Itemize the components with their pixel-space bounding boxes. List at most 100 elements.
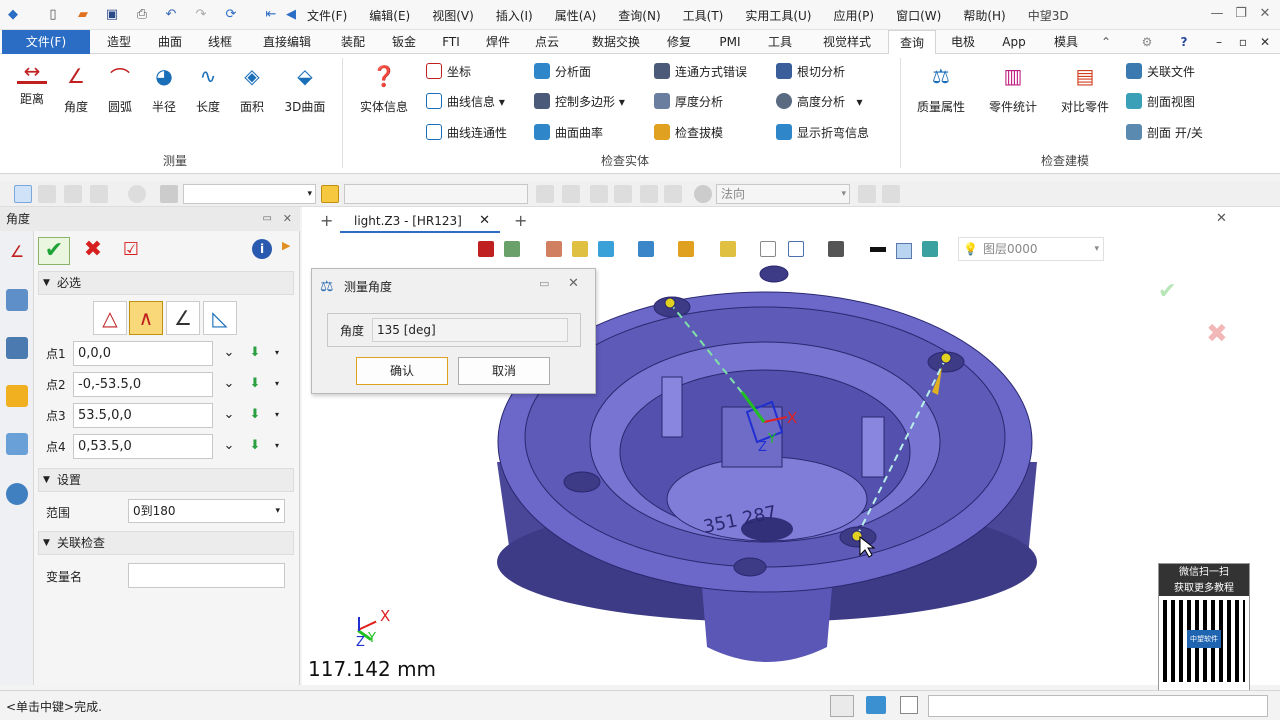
new-tab-plus-icon[interactable]: +	[320, 211, 333, 230]
dialog-ok-button[interactable]: 确认	[356, 357, 448, 385]
doc-minimize-icon[interactable]: –	[1212, 30, 1226, 54]
tab-visual-style[interactable]: 视觉样式	[812, 30, 882, 54]
tab-app[interactable]: App	[994, 30, 1034, 54]
measure-3d-surface-button[interactable]: ⬙ 3D曲面	[280, 58, 330, 115]
height-analysis-button[interactable]: 高度分析 ▾	[776, 92, 862, 112]
tab-modeling[interactable]: 造型	[100, 30, 138, 54]
menu-attribute[interactable]: 属性(A)	[544, 7, 608, 24]
settings-gear-icon[interactable]: ⚙	[1138, 30, 1156, 54]
tab-repair[interactable]: 修复	[660, 30, 698, 54]
tab-data-exchange[interactable]: 数据交换	[583, 30, 649, 54]
menu-help[interactable]: 帮助(H)	[952, 7, 1016, 24]
filter-combo[interactable]: ▾	[183, 184, 316, 204]
status-command-input[interactable]	[928, 695, 1268, 717]
direction-combo[interactable]: 法向 ▾	[716, 184, 850, 204]
pointer-icon[interactable]	[858, 185, 876, 203]
linked-files-button[interactable]: 关联文件	[1126, 62, 1195, 82]
section-toggle-button[interactable]: 剖面 开/关	[1126, 123, 1203, 143]
redo-icon[interactable]: ↷	[192, 6, 210, 24]
surface-curvature-button[interactable]: 曲面曲率	[534, 123, 603, 143]
menu-edit[interactable]: 编辑(E)	[358, 7, 421, 24]
pointer2-icon[interactable]	[882, 185, 900, 203]
angle-mode-line-icon[interactable]: ∠	[166, 301, 200, 335]
direction-icon[interactable]	[694, 185, 712, 203]
snap-end-icon[interactable]	[640, 185, 658, 203]
minus-icon[interactable]	[64, 185, 82, 203]
range-select[interactable]: 0到180 ▾	[128, 499, 285, 523]
measure-length-button[interactable]: ∿ 长度	[190, 58, 226, 115]
pick-icon[interactable]	[321, 185, 339, 203]
info-icon[interactable]: i	[252, 239, 272, 259]
user-icon[interactable]	[6, 483, 28, 505]
menu-tools[interactable]: 工具(T)	[672, 7, 735, 24]
maximize-icon[interactable]: ❐	[1230, 6, 1252, 24]
section-view-button[interactable]: 剖面视图	[1126, 92, 1195, 112]
save-icon[interactable]: ▣	[103, 6, 121, 24]
analyze-face-button[interactable]: 分析面	[534, 62, 591, 82]
measure-arc-button[interactable]: ⌒ 圆弧	[102, 58, 138, 115]
viewport-ok-icon[interactable]: ✔	[1158, 279, 1176, 304]
assembly-tree-icon[interactable]	[6, 337, 28, 359]
measure-radius-button[interactable]: ◕ 半径	[146, 58, 182, 115]
apply-icon[interactable]: ☑	[116, 237, 146, 265]
point2-input[interactable]: -0,-53.5,0	[73, 372, 213, 397]
compare-parts-button[interactable]: ▤ 对比零件	[1058, 58, 1112, 115]
angle-mode-face-icon[interactable]: ◺	[203, 301, 237, 335]
curve-info-button[interactable]: 曲线信息 ▾	[426, 92, 505, 112]
settings-section-header[interactable]: 设置	[38, 468, 294, 492]
menu-insert[interactable]: 插入(I)	[485, 7, 544, 24]
required-section-header[interactable]: 必选	[38, 271, 294, 295]
snap-align-icon[interactable]	[590, 185, 608, 203]
point1-input[interactable]: 0,0,0	[73, 341, 213, 366]
dialog-close-icon[interactable]: ✕	[568, 276, 579, 291]
tab-weldment[interactable]: 焊件	[478, 30, 518, 54]
tab-fti[interactable]: FTI	[433, 30, 469, 54]
curve-continuity-button[interactable]: 曲线连通性	[426, 123, 507, 143]
connection-error-button[interactable]: 连通方式错误	[654, 62, 747, 82]
tab-electrode[interactable]: 电极	[944, 30, 982, 54]
point1-pick-icon[interactable]: ⬇	[246, 344, 264, 362]
status-monitor-icon[interactable]	[866, 696, 886, 714]
document-tab-close-icon[interactable]: ✕	[479, 209, 490, 233]
point4-input[interactable]: 0,53.5,0	[73, 434, 213, 459]
variable-name-input[interactable]	[128, 563, 285, 588]
assoc-section-header[interactable]: 关联检查	[38, 531, 294, 555]
history-tree-icon[interactable]	[6, 289, 28, 311]
pick-combo[interactable]	[344, 184, 528, 204]
point4-pick-icon[interactable]: ⬇	[246, 437, 264, 455]
dialog-minimize-icon[interactable]: ▭	[539, 277, 549, 290]
minimize-icon[interactable]: —	[1206, 6, 1228, 24]
point2-dropdown-icon[interactable]: ▾	[268, 375, 286, 393]
angle-tool-icon[interactable]: ∠	[6, 241, 28, 263]
box-select-icon[interactable]	[90, 185, 108, 203]
ok-check-icon[interactable]: ✔	[38, 237, 70, 265]
tab-pointcloud[interactable]: 点云	[527, 30, 567, 54]
viewport-cancel-icon[interactable]: ✖	[1206, 319, 1228, 349]
regenerate-icon[interactable]: ⟳	[222, 6, 240, 24]
bend-info-button[interactable]: 显示折弯信息	[776, 123, 869, 143]
measure-point-1[interactable]	[664, 297, 676, 309]
tab-direct-edit[interactable]: 直接编辑	[256, 30, 318, 54]
measure-area-button[interactable]: ◈ 面积	[234, 58, 270, 115]
tab-query[interactable]: 查询	[888, 30, 936, 55]
check-draft-button[interactable]: 检查拔模	[654, 123, 723, 143]
open-folder-icon[interactable]: ▰	[74, 6, 92, 24]
panel-close-icon[interactable]: ✕	[283, 207, 292, 231]
entity-info-button[interactable]: ❓ 实体信息	[356, 58, 412, 115]
measure-distance-button[interactable]: ↔ 距离	[14, 58, 50, 107]
dialog-angle-value[interactable]: 135 [deg]	[372, 318, 568, 342]
point4-dropdown-icon[interactable]: ▾	[268, 437, 286, 455]
measure-point-3[interactable]	[940, 352, 952, 364]
undo-icon[interactable]: ↶	[162, 6, 180, 24]
doc-restore-icon[interactable]: ▫	[1236, 30, 1250, 54]
view-manager-icon[interactable]	[6, 433, 28, 455]
panel-pin-icon[interactable]: ▭	[263, 207, 272, 231]
point1-dropdown-icon[interactable]: ▾	[268, 344, 286, 362]
collapse-ribbon-icon[interactable]: ⌃	[1098, 30, 1114, 54]
new-file-icon[interactable]: ▯	[44, 6, 62, 24]
angle-mode-4pt-icon[interactable]: ∧	[129, 301, 163, 335]
status-table-icon[interactable]	[830, 695, 854, 717]
tab-wireframe[interactable]: 线框	[200, 30, 240, 54]
tab-file[interactable]: 文件(F)	[2, 30, 90, 54]
point3-pick-icon[interactable]: ⬇	[246, 406, 264, 424]
